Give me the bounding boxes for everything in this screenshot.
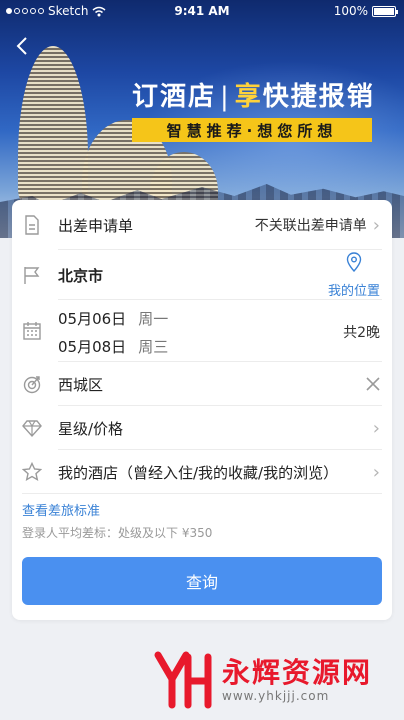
banner-subtitle: 智慧推荐·想您所想 [132,118,372,142]
search-button[interactable]: 查询 [22,557,382,605]
my-hotels-label: 我的酒店（曾经入住/我的收藏/我的浏览） [58,463,339,482]
chevron-right-icon: › [372,214,380,236]
nights-count: 共2晚 [343,325,380,341]
checkin-line: 05月06日 周一 [58,308,168,329]
trip-application-label: 出差申请单 [58,216,134,235]
building-image [18,46,88,204]
status-right: 100% [333,4,398,18]
watermark-title: 永辉资源网 [222,656,373,689]
travel-standard-note: 登录人平均差标：处级及以下 ¥350 [22,526,213,540]
watermark-logo [154,651,212,709]
diamond-icon [22,420,42,438]
battery-level [374,7,394,15]
battery-icon [372,5,398,17]
chevron-right-icon: › [372,461,380,483]
banner-divider: | [220,82,231,112]
document-icon [25,215,39,235]
my-hotels-row[interactable]: 我的酒店（曾经入住/我的收藏/我的浏览） › [12,450,392,494]
travel-standard-link[interactable]: 查看差旅标准 [22,500,100,519]
back-button[interactable] [10,36,34,60]
trip-application-row[interactable]: 出差申请单 不关联出差申请单 › [12,200,392,250]
chevron-left-icon [16,37,27,55]
banner-title-accent: 享 [234,82,263,112]
banner-title: 订酒店 | 享快捷报销 [132,76,375,113]
city-row[interactable]: 北京市 我的位置 [12,250,392,300]
location-pin-icon [346,251,362,272]
checkin-date: 05月06日 [58,310,127,328]
checkin-weekday: 周一 [138,310,169,328]
watermark-url: www.yhkjjj.com [222,689,330,703]
star-price-row[interactable]: 星级/价格 › [12,406,392,450]
target-icon [23,376,41,394]
star-icon [22,462,42,482]
watermark-text: 永辉资源网 www.yhkjjj.com [222,656,373,704]
checkout-date: 05月08日 [58,338,127,356]
checkout-line: 05月08日 周三 [58,336,168,357]
close-icon [366,377,380,391]
my-location-button[interactable]: 我的位置 [327,251,380,299]
flag-icon [24,267,40,284]
trip-application-value-wrap: 不关联出差申请单 › [255,215,380,236]
city-label: 北京市 [58,266,104,285]
search-card: 出差申请单 不关联出差申请单 › 北京市 我的位置 05月06日 周一 05月0… [12,200,392,620]
divider [22,493,382,494]
calendar-icon [23,322,41,340]
watermark: 永辉资源网 www.yhkjjj.com [152,648,396,712]
banner-title-right: 快捷报销 [262,82,375,112]
district-row[interactable]: 西城区 [12,362,392,406]
star-price-label: 星级/价格 [58,419,124,438]
banner-title-left: 订酒店 [132,82,217,112]
district-label: 西城区 [58,375,104,394]
checkout-weekday: 周三 [138,338,169,356]
chevron-right-icon: › [372,417,380,439]
clear-district-button[interactable] [366,377,380,391]
date-row[interactable]: 05月06日 周一 05月08日 周三 共2晚 [12,300,392,362]
my-location-label: 我的位置 [327,283,380,299]
status-bar: Sketch 9:41 AM 100% [0,0,404,22]
trip-application-value: 不关联出差申请单 [254,218,367,234]
battery-percent: 100% [333,4,368,18]
